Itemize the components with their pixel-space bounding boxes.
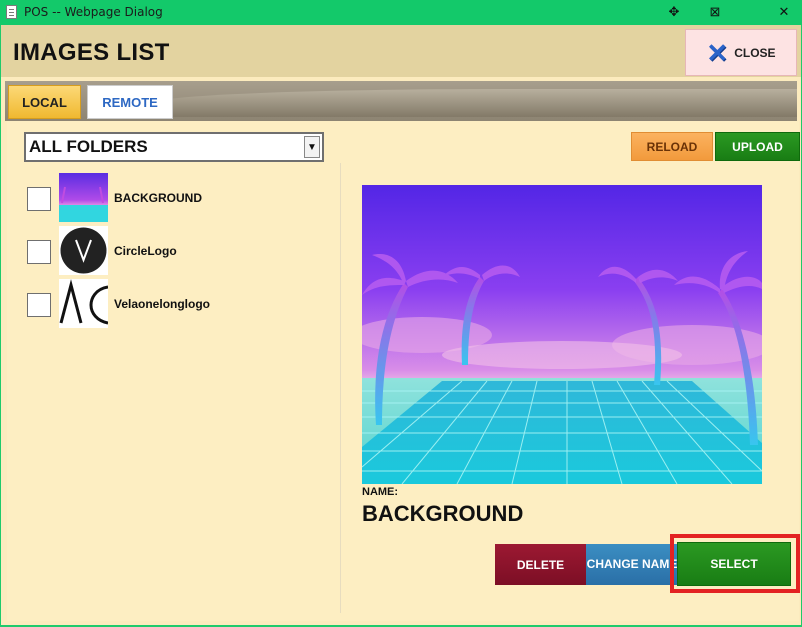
image-preview bbox=[362, 185, 762, 484]
delete-button[interactable]: DELETE bbox=[495, 544, 586, 585]
tab-strip: LOCAL REMOTE bbox=[5, 81, 797, 121]
chevron-down-icon[interactable]: ▼ bbox=[304, 136, 320, 158]
change-name-button[interactable]: CHANGE NAME bbox=[586, 544, 678, 585]
close-button-label: CLOSE bbox=[734, 45, 776, 60]
panel-divider bbox=[340, 163, 341, 613]
window-titlebar: POS -- Webpage Dialog ✥ ⊠ ✕ bbox=[0, 0, 802, 25]
tab-local[interactable]: LOCAL bbox=[8, 85, 81, 119]
dialog-header: IMAGES LIST ✕ CLOSE bbox=[1, 25, 801, 77]
reload-button[interactable]: RELOAD bbox=[631, 132, 713, 161]
tab-content: ALL FOLDERS ▼ BACKGROUND CircleLogo Vela… bbox=[7, 121, 800, 621]
upload-button[interactable]: UPLOAD bbox=[715, 132, 800, 161]
folder-select[interactable]: ALL FOLDERS ▼ bbox=[24, 132, 324, 162]
list-item[interactable]: Velaonelonglogo bbox=[27, 279, 327, 332]
image-checkbox[interactable] bbox=[27, 240, 51, 264]
image-list: BACKGROUND CircleLogo Velaonelonglogo bbox=[27, 173, 327, 332]
select-button[interactable]: SELECT bbox=[677, 542, 791, 586]
image-name: BACKGROUND bbox=[114, 191, 202, 205]
close-button[interactable]: ✕ CLOSE bbox=[685, 29, 797, 76]
image-checkbox[interactable] bbox=[27, 293, 51, 317]
document-icon bbox=[6, 5, 17, 19]
tab-remote[interactable]: REMOTE bbox=[87, 85, 173, 119]
image-name: CircleLogo bbox=[114, 244, 177, 258]
images-dialog: IMAGES LIST ✕ CLOSE LOCAL REMOTE ALL FOL… bbox=[1, 25, 801, 625]
page-title: IMAGES LIST bbox=[13, 39, 170, 66]
window-close-icon[interactable]: ✕ bbox=[774, 3, 794, 21]
name-label: NAME: bbox=[362, 486, 399, 498]
image-checkbox[interactable] bbox=[27, 187, 51, 211]
image-name: Velaonelonglogo bbox=[114, 297, 211, 311]
circle-v-logo-icon[interactable] bbox=[59, 226, 108, 275]
tabstrip-decoration bbox=[155, 89, 797, 117]
list-item[interactable]: CircleLogo bbox=[27, 226, 327, 279]
folder-select-value: ALL FOLDERS bbox=[29, 137, 148, 156]
window-title: POS -- Webpage Dialog bbox=[24, 5, 163, 19]
restore-icon[interactable]: ⊠ bbox=[705, 3, 725, 21]
selected-image-name: BACKGROUND bbox=[362, 501, 524, 526]
pin-icon[interactable]: ✥ bbox=[664, 3, 684, 21]
list-item[interactable]: BACKGROUND bbox=[27, 173, 327, 226]
close-x-icon: ✕ bbox=[706, 37, 729, 68]
vela-logo-icon[interactable] bbox=[59, 279, 108, 328]
synthwave-icon[interactable] bbox=[59, 173, 108, 222]
